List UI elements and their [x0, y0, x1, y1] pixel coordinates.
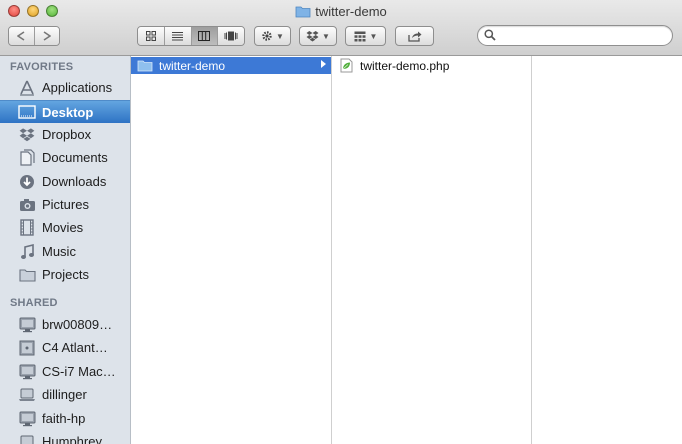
search-input[interactable]: [500, 28, 669, 45]
column-view-button[interactable]: [191, 27, 218, 45]
sidebar-item-label: CS-i7 Mac…: [42, 364, 116, 379]
sidebar-item-applications[interactable]: Applications: [0, 76, 130, 99]
sidebar-item-label: Pictures: [42, 197, 89, 212]
sidebar-item-movies[interactable]: Movies: [0, 216, 130, 239]
movies-icon: [18, 219, 36, 237]
chevron-down-icon: ▼: [276, 31, 284, 41]
toolbar: twitter-demo ▼ ▼ ▼: [0, 0, 682, 56]
sidebar-item-label: Applications: [42, 80, 113, 95]
list-item[interactable]: twitter-demo: [131, 57, 331, 74]
folder-icon: [137, 59, 153, 73]
share-button[interactable]: [395, 26, 434, 46]
computer-icon: [18, 410, 36, 428]
shared-header: SHARED: [10, 297, 58, 309]
nav-buttons: [8, 26, 60, 46]
share-icon: [407, 31, 421, 42]
finder-window: twitter-demo ▼ ▼ ▼ FAVORITES Application…: [0, 0, 682, 444]
browser-column-3: [532, 56, 682, 444]
forward-button[interactable]: [34, 27, 59, 45]
list-view-icon: [172, 32, 184, 41]
sidebar-item-label: Projects: [42, 267, 89, 282]
sidebar-item-shared-laptop[interactable]: Humphrey: [0, 430, 130, 444]
sidebar-item-label: brw00809…: [42, 317, 113, 332]
sidebar-item-projects[interactable]: Projects: [0, 263, 130, 286]
sidebar-item-pictures[interactable]: Pictures: [0, 193, 130, 216]
sidebar-item-shared-server[interactable]: C4 Atlant…: [0, 336, 130, 359]
sidebar-item-music[interactable]: Music: [0, 240, 130, 263]
laptop-icon: [18, 433, 36, 444]
sidebar-item-shared-computer[interactable]: CS-i7 Mac…: [0, 360, 130, 383]
icon-view-icon: [146, 31, 157, 41]
list-item[interactable]: twitter-demo.php: [332, 57, 531, 74]
sidebar-item-shared-computer[interactable]: brw00809…: [0, 313, 130, 336]
sidebar-item-label: Documents: [42, 150, 108, 165]
browser-column-2: twitter-demo.php: [332, 56, 532, 444]
dropbox-icon: [18, 126, 36, 144]
action-menu-button[interactable]: ▼: [254, 26, 291, 46]
view-mode-control: [137, 26, 245, 46]
sidebar-item-label: Movies: [42, 220, 84, 235]
sidebar-item-label: Music: [42, 244, 76, 259]
downloads-icon: [18, 173, 36, 191]
arrange-menu-button[interactable]: ▼: [345, 26, 386, 46]
list-item-label: twitter-demo: [159, 58, 226, 73]
sidebar-item-shared-computer[interactable]: faith-hp: [0, 407, 130, 430]
disclosure-arrow-icon: [321, 60, 326, 68]
sidebar-item-label: Dropbox: [42, 127, 92, 142]
sidebar-item-desktop[interactable]: Desktop: [0, 100, 130, 123]
list-view-button[interactable]: [165, 27, 192, 45]
chevron-down-icon: ▼: [322, 31, 330, 41]
favorites-header: FAVORITES: [10, 61, 74, 73]
server-icon: [18, 339, 36, 357]
window-title: twitter-demo: [0, 4, 682, 19]
desktop-icon: [18, 103, 36, 121]
browser-column-1: twitter-demo: [131, 56, 332, 444]
documents-icon: [18, 149, 36, 167]
laptop-icon: [18, 386, 36, 404]
computer-icon: [18, 363, 36, 381]
pictures-icon: [18, 196, 36, 214]
chevron-down-icon: ▼: [369, 31, 378, 41]
sidebar-item-shared-laptop[interactable]: dillinger: [0, 383, 130, 406]
window-title-text: twitter-demo: [315, 4, 387, 19]
search-field[interactable]: [477, 25, 673, 46]
icon-view-button[interactable]: [138, 27, 166, 45]
sidebar-item-label: Desktop: [42, 104, 94, 120]
computer-icon: [18, 316, 36, 334]
back-button[interactable]: [9, 27, 35, 45]
sidebar-item-label: faith-hp: [42, 411, 86, 426]
php-file-icon: [338, 58, 354, 73]
forward-arrow-icon: [43, 31, 51, 41]
back-arrow-icon: [17, 31, 25, 41]
sidebar-item-dropbox[interactable]: Dropbox: [0, 123, 130, 146]
applications-icon: [18, 79, 36, 97]
coverflow-view-icon: [224, 31, 238, 41]
list-item-label: twitter-demo.php: [360, 58, 450, 73]
music-icon: [18, 243, 36, 261]
sidebar-item-documents[interactable]: Documents: [0, 146, 130, 169]
sidebar-item-downloads[interactable]: Downloads: [0, 170, 130, 193]
arrange-icon: [354, 31, 366, 41]
sidebar: FAVORITES Applications Desktop Dropbox D…: [0, 56, 131, 444]
search-icon: [484, 29, 496, 41]
sidebar-item-label: Downloads: [42, 174, 107, 189]
column-view-icon: [198, 31, 211, 41]
sidebar-item-label: dillinger: [42, 387, 87, 402]
gear-icon: [262, 31, 272, 41]
coverflow-view-button[interactable]: [217, 27, 244, 45]
folder-icon: [295, 6, 311, 18]
sidebar-item-label: C4 Atlant…: [42, 340, 108, 355]
folder-icon: [18, 266, 36, 284]
dropbox-menu-button[interactable]: ▼: [299, 26, 337, 46]
dropbox-icon: [306, 31, 319, 42]
sidebar-item-label: Humphrey: [42, 434, 102, 444]
